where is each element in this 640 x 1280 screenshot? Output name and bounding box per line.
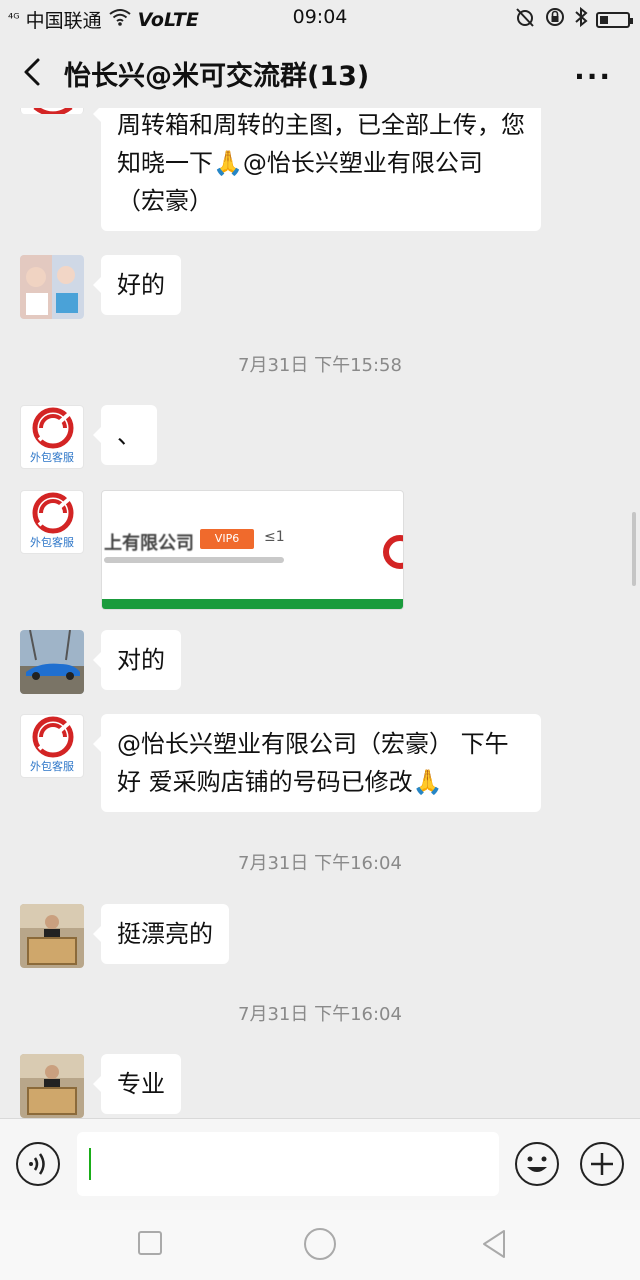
- image-green-bar: [102, 599, 403, 609]
- message-bubble[interactable]: 挺漂亮的: [93, 904, 229, 964]
- image-message[interactable]: 上有限公司 VIP6 ≤1: [101, 490, 404, 610]
- avatar[interactable]: 外包客服: [20, 714, 84, 778]
- chat-title: 怡长兴@米可交流群(13): [64, 61, 370, 92]
- avatar[interactable]: [20, 108, 84, 114]
- image-company-text: 上有限公司: [104, 533, 194, 554]
- text-caret: [89, 1148, 91, 1180]
- chat-header: 怡长兴@米可交流群(13) ···: [0, 36, 640, 108]
- message-text: @怡长兴塑业有限公司（宏豪） 下午好 爱采购店铺的号码已修改🙏: [117, 730, 509, 796]
- avatar[interactable]: [20, 630, 84, 694]
- back-triangle-icon[interactable]: [480, 1228, 508, 1264]
- system-nav-bar: [0, 1210, 640, 1280]
- home-icon[interactable]: [304, 1228, 336, 1260]
- avatar-caption: 外包客服: [30, 760, 74, 773]
- message-text: 周转箱和周转的主图，已全部上传，您知晓一下🙏@怡长兴塑业有限公司（宏豪）: [117, 111, 525, 215]
- image-logo-mark: [383, 535, 403, 569]
- message-bubble[interactable]: 好的: [93, 255, 181, 315]
- image-vip-badge: VIP6: [200, 529, 254, 549]
- avatar[interactable]: 外包客服: [20, 490, 84, 554]
- message-input[interactable]: [77, 1132, 499, 1196]
- image-level-text: ≤1: [264, 529, 285, 545]
- avatar[interactable]: [20, 255, 84, 319]
- timestamp: 7月31日 下午15:58: [238, 355, 402, 376]
- avatar-caption: 外包客服: [30, 451, 74, 464]
- more-icon[interactable]: ···: [574, 60, 612, 93]
- message-bubble[interactable]: 周转箱和周转的主图，已全部上传，您知晓一下🙏@怡长兴塑业有限公司（宏豪）: [93, 108, 541, 231]
- emoji-icon[interactable]: [515, 1142, 559, 1186]
- avatar[interactable]: 外包客服: [20, 405, 84, 469]
- message-text: 专业: [117, 1070, 165, 1098]
- battery-icon: [596, 11, 633, 28]
- avatar[interactable]: [20, 904, 84, 968]
- message-text: 好的: [117, 271, 165, 299]
- plus-icon[interactable]: [580, 1142, 624, 1186]
- scrollbar[interactable]: [632, 512, 636, 586]
- bluetooth-icon: [574, 6, 588, 33]
- recents-icon[interactable]: [138, 1231, 162, 1255]
- image-subtext: [104, 557, 284, 563]
- input-bar: [0, 1118, 640, 1211]
- message-text: 、: [117, 421, 141, 449]
- message-bubble[interactable]: @怡长兴塑业有限公司（宏豪） 下午好 爱采购店铺的号码已修改🙏: [93, 714, 541, 812]
- avatar-caption: 外包客服: [30, 536, 74, 549]
- rotation-lock-icon: [544, 6, 566, 33]
- voice-icon[interactable]: [16, 1142, 60, 1186]
- timestamp: 7月31日 下午16:04: [238, 1004, 402, 1025]
- status-right: [514, 6, 633, 33]
- message-bubble[interactable]: 对的: [93, 630, 181, 690]
- message-bubble[interactable]: 、: [93, 405, 157, 465]
- message-text: 对的: [117, 646, 165, 674]
- avatar[interactable]: [20, 1054, 84, 1118]
- status-bar: ⁴ᴳ 中国联通 VoLTE 09:04: [0, 0, 640, 36]
- message-list[interactable]: 周转箱和周转的主图，已全部上传，您知晓一下🙏@怡长兴塑业有限公司（宏豪） 好的 …: [0, 108, 640, 1118]
- message-bubble[interactable]: 专业: [93, 1054, 181, 1114]
- timestamp: 7月31日 下午16:04: [238, 853, 402, 874]
- alarm-off-icon: [514, 6, 536, 33]
- chevron-left-icon[interactable]: [16, 52, 52, 92]
- message-text: 挺漂亮的: [117, 920, 213, 948]
